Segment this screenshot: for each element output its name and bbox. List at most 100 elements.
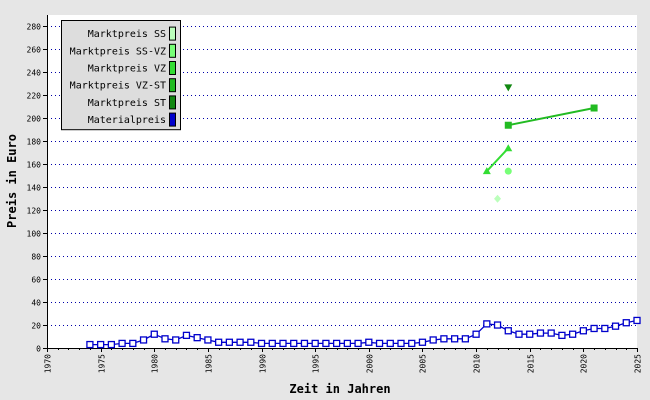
data-point — [322, 339, 330, 348]
x-tick-label: 1980 — [151, 354, 160, 373]
data-point — [290, 339, 298, 348]
data-point — [579, 327, 588, 335]
x-tick-label: 2020 — [580, 354, 589, 373]
data-point — [493, 321, 502, 329]
legend-swatch — [169, 112, 176, 127]
x-tick-label: 1985 — [205, 354, 214, 373]
x-tick-label: 2015 — [527, 354, 536, 373]
data-point — [504, 167, 512, 175]
x-tick-label: 2025 — [634, 354, 643, 373]
data-point — [461, 335, 470, 343]
y-tick-label: 280 — [27, 23, 42, 32]
x-tick-label: 2010 — [473, 354, 482, 373]
legend-swatch — [169, 61, 176, 75]
data-point — [311, 339, 319, 348]
data-point — [129, 339, 137, 348]
data-point — [236, 338, 244, 346]
x-tick-label: 2005 — [419, 354, 428, 373]
data-point — [633, 316, 641, 325]
data-point — [590, 324, 598, 333]
data-point — [472, 330, 480, 338]
x-axis-title: Zeit in Jahren — [289, 382, 390, 396]
y-tick-label: 0 — [36, 345, 41, 354]
series-marktpreis-ss-vz — [504, 167, 512, 175]
x-tick-label: 1970 — [44, 354, 53, 373]
data-point — [504, 121, 512, 129]
legend-swatch — [169, 95, 176, 110]
data-point — [343, 339, 352, 348]
data-point — [418, 338, 427, 346]
legend-swatch — [169, 43, 176, 58]
data-point — [279, 339, 287, 348]
legend-swatch — [169, 26, 176, 41]
y-tick-label: 60 — [31, 276, 41, 285]
data-point — [375, 339, 384, 348]
y-tick-label: 180 — [27, 138, 42, 147]
data-point — [193, 334, 201, 342]
data-point — [536, 329, 545, 337]
legend-label: Marktpreis VZ — [88, 64, 166, 75]
data-point — [161, 335, 169, 343]
data-point — [139, 336, 148, 344]
data-point — [408, 339, 416, 348]
legend: Marktpreis SS Marktpreis SS-VZ Marktpreis … — [61, 20, 181, 131]
y-tick-label: 160 — [27, 161, 42, 170]
data-point — [214, 338, 223, 346]
data-point — [611, 322, 620, 330]
legend-label: Marktpreis VZ-ST — [70, 81, 166, 92]
data-point — [429, 336, 437, 344]
data-point — [365, 338, 373, 346]
data-point — [247, 338, 255, 346]
y-tick-label: 40 — [31, 299, 41, 308]
x-tick-label: 1975 — [98, 354, 107, 373]
data-point — [515, 330, 523, 338]
data-point — [225, 338, 234, 346]
data-point — [86, 340, 94, 349]
data-point — [182, 331, 191, 340]
y-tick-label: 220 — [27, 92, 42, 101]
data-point — [354, 339, 362, 348]
y-tick-label: 200 — [27, 115, 42, 124]
x-tick-label: 2000 — [366, 354, 375, 373]
x-tick-label: 1995 — [312, 354, 321, 373]
data-point — [450, 335, 459, 343]
data-point — [547, 329, 555, 337]
data-point — [96, 340, 105, 349]
legend-label: Marktpreis SS — [88, 29, 166, 40]
y-tick-label: 120 — [27, 207, 42, 216]
data-point — [440, 335, 448, 343]
y-tick-label: 100 — [27, 230, 42, 239]
data-point — [483, 320, 491, 328]
y-axis-title: Preis in Euro — [5, 134, 19, 228]
chart-container: 0 20 40 60 80 100 120 140 160 180 200 220 240 260 280 1… — [0, 0, 650, 400]
legend-label: Marktpreis ST — [88, 98, 166, 109]
x-tick-label: 1990 — [259, 354, 268, 373]
data-point — [332, 339, 341, 348]
data-point — [257, 339, 266, 348]
y-tick-label: 20 — [31, 322, 41, 331]
data-point — [268, 339, 276, 348]
y-tick-label: 240 — [27, 69, 42, 78]
legend-label: Materialpreis — [88, 115, 166, 126]
data-point — [204, 336, 212, 344]
data-point — [504, 327, 512, 335]
data-point — [558, 331, 566, 340]
data-point — [300, 339, 309, 348]
data-point — [590, 104, 598, 112]
data-point — [386, 339, 394, 348]
legend-swatch — [169, 78, 176, 93]
data-point — [397, 339, 405, 348]
data-point — [568, 330, 577, 338]
y-tick-label: 80 — [31, 253, 41, 262]
y-tick-label: 260 — [27, 46, 42, 55]
data-point — [526, 330, 534, 338]
legend-label: Marktpreis SS-VZ — [70, 46, 166, 57]
data-point — [172, 336, 180, 344]
data-point — [107, 340, 116, 349]
data-point — [118, 339, 126, 348]
data-point — [150, 330, 158, 338]
y-tick-label: 140 — [27, 184, 42, 193]
data-point — [601, 324, 609, 333]
price-chart: 0 20 40 60 80 100 120 140 160 180 200 220 240 260 280 1… — [0, 0, 650, 400]
data-point — [622, 319, 630, 327]
